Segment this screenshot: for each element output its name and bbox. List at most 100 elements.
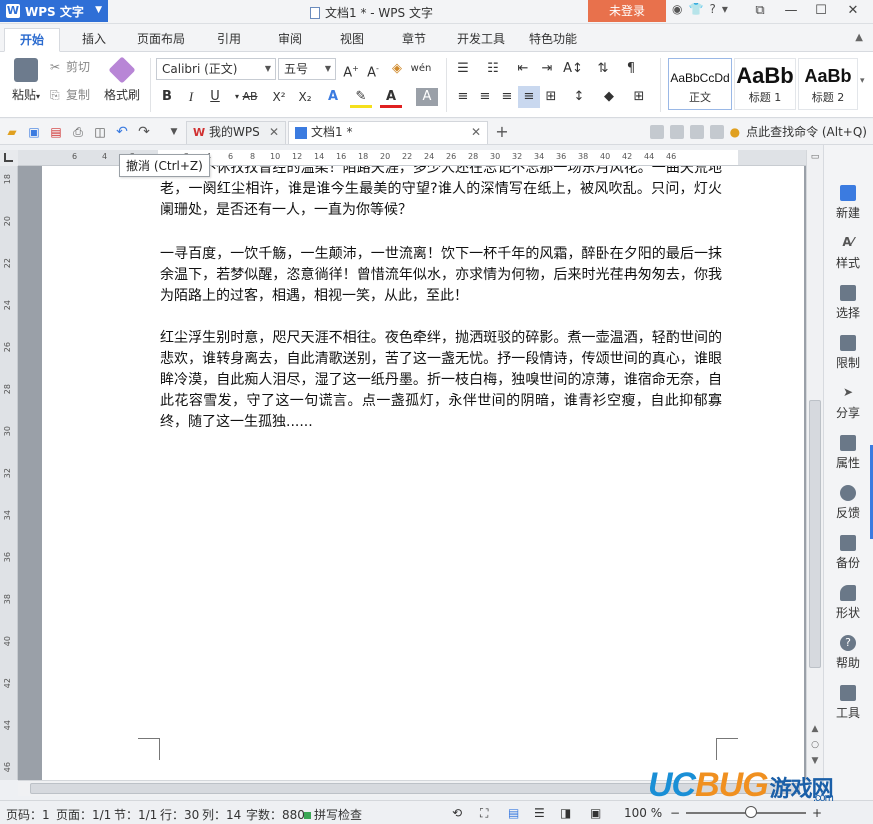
text-effect-icon[interactable]: A	[322, 86, 344, 108]
pane-backup-button[interactable]: 备份	[824, 535, 872, 571]
bold-icon[interactable]: B	[156, 86, 178, 108]
character-shading-icon[interactable]: A	[416, 88, 438, 106]
copy-button[interactable]: ⎘ 复制	[50, 86, 90, 103]
font-name-select[interactable]: Calibri (正文) ▼	[156, 58, 276, 80]
search-command-box[interactable]: 点此查找命令 (Alt+Q)	[746, 123, 867, 140]
line-spacing-icon[interactable]: ↕	[568, 86, 590, 108]
paste-button[interactable]: 粘贴▾	[8, 58, 44, 103]
toolbar-icon[interactable]	[709, 124, 724, 139]
status-page-number[interactable]: 页码：1	[6, 806, 50, 823]
status-word-count[interactable]: 字数：880	[246, 806, 305, 823]
export-pdf-icon[interactable]: ▤	[48, 124, 64, 140]
style-heading1[interactable]: AaBb 标题 1	[734, 58, 796, 110]
document-area[interactable]: 亦求求不休孜孜曾经的温柔！陌路天涯，多少人还在忘记不忘那一场东月风花。一曲天荒地…	[18, 166, 806, 780]
style-normal[interactable]: AaBbCcDd 正文	[668, 58, 732, 110]
pane-style-button[interactable]: A⁄ 样式	[824, 235, 872, 271]
increase-indent-icon[interactable]: ⇥	[536, 58, 558, 80]
document-page[interactable]: 亦求求不休孜孜曾经的温柔！陌路天涯，多少人还在忘记不忘那一场东月风花。一曲天荒地…	[42, 166, 804, 780]
distributed-icon[interactable]: ⊞	[540, 86, 562, 108]
collapse-ribbon-icon[interactable]: ▲	[855, 32, 863, 43]
text-direction-icon[interactable]: A↕	[562, 58, 584, 80]
tab-home[interactable]: 开始	[4, 28, 60, 52]
redo-icon[interactable]: ↷	[136, 124, 152, 140]
zoom-out-icon[interactable]: −	[670, 806, 680, 820]
doc-tab-mywps[interactable]: W 我的WPS ✕	[186, 121, 286, 144]
toolbar-icon[interactable]	[649, 124, 664, 139]
undo-icon[interactable]: ↶	[114, 124, 130, 140]
format-painter-button[interactable]: 格式刷	[102, 56, 142, 103]
close-icon[interactable]: ✕	[269, 122, 279, 143]
close-icon[interactable]: ✕	[471, 122, 481, 143]
open-folder-icon[interactable]: ▰	[4, 124, 20, 140]
bullet-list-icon[interactable]: ☰	[452, 58, 474, 80]
maximize-button[interactable]: ☐	[806, 0, 836, 22]
revision-icon[interactable]: ⟲	[452, 806, 462, 820]
vertical-scrollbar[interactable]: ▭ ▲ ○ ▼	[806, 150, 823, 780]
zoom-slider-handle[interactable]	[745, 806, 757, 818]
restore-window-icon[interactable]: ⧉	[745, 0, 775, 22]
new-tab-icon[interactable]: +	[494, 124, 510, 140]
customize-toolbar-icon[interactable]: ▼	[166, 124, 182, 140]
login-button[interactable]: 未登录	[588, 0, 666, 22]
align-center-icon[interactable]: ≡	[474, 86, 496, 108]
clear-format-icon[interactable]: ◈	[386, 58, 408, 80]
numbered-list-icon[interactable]: ☷	[482, 58, 504, 80]
style-heading2[interactable]: AaBb 标题 2	[798, 58, 858, 110]
print-icon[interactable]: ⎙	[70, 124, 86, 140]
pane-restrict-button[interactable]: 限制	[824, 335, 872, 371]
reading-view-icon[interactable]: ▣	[590, 806, 601, 820]
shading-icon[interactable]: ◆	[598, 86, 620, 108]
pane-feedback-button[interactable]: 反馈	[824, 485, 872, 521]
pane-share-button[interactable]: ➤ 分享	[824, 385, 872, 421]
tab-references[interactable]: 引用	[202, 28, 256, 52]
toolbar-icon[interactable]	[689, 124, 704, 139]
paragraph-mark-icon[interactable]: ¶	[620, 58, 642, 80]
highlight-icon[interactable]: ✎	[350, 86, 372, 108]
font-color-icon[interactable]: A	[380, 86, 402, 108]
pane-help-button[interactable]: ? 帮助	[824, 635, 872, 671]
pane-new-button[interactable]: 新建	[824, 185, 872, 221]
print-preview-icon[interactable]: ◫	[92, 124, 108, 140]
scroll-up-icon[interactable]: ▲	[807, 724, 823, 734]
split-icon[interactable]: ▭	[807, 152, 823, 162]
minimize-button[interactable]: —	[776, 0, 806, 22]
tab-view[interactable]: 视图	[324, 28, 380, 52]
document-paragraph[interactable]: 红尘浮生别时意，咫尺天涯不相往。夜色牵绊，抛洒斑驳的碎影。煮一壶温酒，轻酌世间的…	[160, 328, 722, 433]
close-button[interactable]: ✕	[838, 0, 868, 22]
chevron-down-icon[interactable]: ▾	[722, 2, 728, 16]
pane-tools-button[interactable]: 工具	[824, 685, 872, 721]
italic-icon[interactable]: I	[180, 86, 202, 108]
spell-check-toggle[interactable]: 拼写检查	[304, 806, 362, 823]
zoom-level[interactable]: 100 %	[624, 806, 662, 820]
sort-icon[interactable]: ⇅	[592, 58, 614, 80]
document-paragraph[interactable]: 亦求求不休孜孜曾经的温柔！陌路天涯，多少人还在忘记不忘那一场东月风花。一曲天荒地…	[160, 166, 722, 221]
ruler-corner[interactable]	[0, 150, 18, 166]
justify-icon[interactable]: ≡	[518, 86, 540, 108]
decrease-indent-icon[interactable]: ⇤	[512, 58, 534, 80]
borders-icon[interactable]: ⊞	[628, 86, 650, 108]
tab-page-layout[interactable]: 页面布局	[128, 28, 194, 52]
document-paragraph[interactable]: 一寻百度，一饮千觞，一生颠沛，一世流离！饮下一杯千年的风霜，醉卧在夕阳的最后一抹…	[160, 244, 722, 307]
vertical-ruler[interactable]: 18 20 22 24 26 28 30 32 34 36 38 40 42 4…	[0, 166, 18, 780]
font-size-select[interactable]: 五号 ▼	[278, 58, 336, 80]
superscript-icon[interactable]: X²	[268, 86, 290, 108]
help-icon[interactable]: ?	[709, 2, 715, 16]
tab-developer[interactable]: 开发工具	[448, 28, 514, 52]
fullscreen-icon[interactable]: ⛶	[480, 806, 488, 821]
align-right-icon[interactable]: ≡	[496, 86, 518, 108]
phonetic-icon[interactable]: wén	[410, 58, 432, 80]
wps-menu-button[interactable]: W WPS 文字 ▼	[0, 0, 108, 22]
web-view-icon[interactable]: ◨	[560, 806, 571, 820]
select-browse-object-icon[interactable]: ○	[807, 740, 823, 750]
scrollbar-thumb[interactable]	[809, 400, 821, 668]
strikethrough-icon[interactable]: AB	[236, 86, 264, 108]
underline-icon[interactable]: U	[204, 86, 226, 108]
subscript-icon[interactable]: X₂	[294, 86, 316, 108]
skin-icon[interactable]: ◉	[672, 2, 682, 16]
pane-properties-button[interactable]: 属性	[824, 435, 872, 471]
tab-chapter[interactable]: 章节	[386, 28, 442, 52]
tab-special[interactable]: 特色功能	[520, 28, 586, 52]
zoom-in-icon[interactable]: +	[812, 806, 822, 820]
shirt-icon[interactable]: 👕	[688, 2, 703, 16]
grow-font-icon[interactable]: A+	[340, 58, 362, 80]
